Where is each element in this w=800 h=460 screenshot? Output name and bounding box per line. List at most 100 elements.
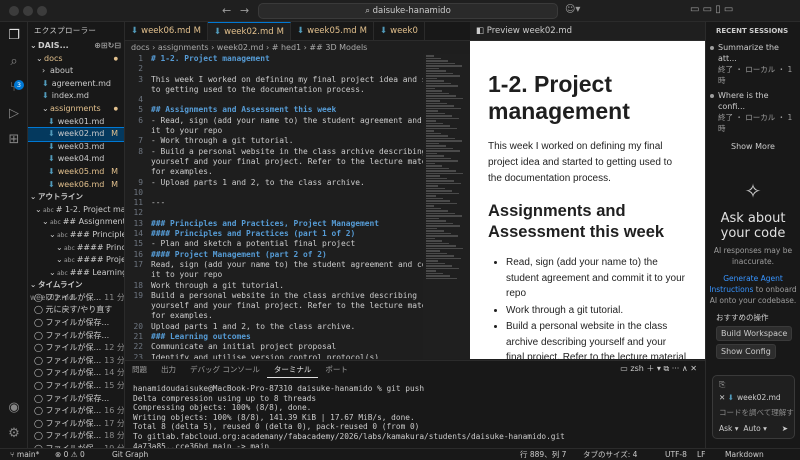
tree-item[interactable]: ⬇ week03.md [28, 141, 124, 154]
show-more-link[interactable]: Show More [706, 142, 800, 151]
language-status[interactable]: Markdown [725, 449, 764, 460]
code-line[interactable]: 17 Read, sign (add your name to) the stud… [125, 260, 423, 270]
code-line[interactable]: 9 - Upload parts 1 and 2, to the class ar… [125, 178, 423, 188]
editor-tab[interactable]: ⬇ week05.md M [291, 22, 374, 40]
code-line[interactable]: 19 Build a personal website in the class … [125, 291, 423, 301]
outline-item[interactable]: ⌄abc # 1-2. Project ma... [28, 204, 124, 217]
editor-tab[interactable]: ⬇ week0 [374, 22, 425, 40]
code-line[interactable]: 10 [125, 188, 423, 198]
code-line[interactable]: 15 - Plan and sketch a potential final pr… [125, 239, 423, 249]
panel-tab[interactable]: ターミナル [266, 361, 319, 378]
context-chip[interactable]: ✕ ⬇ week02.md [719, 393, 794, 402]
code-line[interactable]: 14 #### Principles and Practices (part 1 … [125, 229, 423, 239]
code-line[interactable]: 3 This week I worked on defining my final… [125, 75, 423, 85]
problems-status[interactable]: ⊗ 0 ⚠ 0 [55, 449, 85, 460]
code-line[interactable]: for examples. [125, 311, 423, 321]
layout-icons[interactable]: ▭ ▭ ▯ ▭ [690, 4, 733, 15]
tree-item[interactable]: ⬇ week05.md M [28, 166, 124, 179]
window-close-button[interactable] [9, 6, 19, 16]
code-line[interactable]: for examples. [125, 167, 423, 177]
chat-input[interactable]: コードを調べて理解す [719, 407, 794, 418]
chat-mode-row[interactable]: Ask ▾ Auto ▾ ➤ [719, 424, 794, 433]
panel-tab[interactable]: デバッグ コンソール [183, 361, 267, 378]
tree-item[interactable]: ⬇ week01.md [28, 116, 124, 129]
tree-item[interactable]: ⬇ week06.md M [28, 179, 124, 192]
timeline-item[interactable]: ◯ 元に戻す/やり直す [28, 304, 124, 317]
terminal-controls[interactable]: ▭ zsh ＋ ▾ ⧉ ··· ∧ ✕ [620, 363, 697, 374]
outline-item[interactable]: ⌄abc ## Assignments... [28, 216, 124, 229]
account-icon[interactable]: ◉ [6, 400, 22, 416]
run-debug-icon[interactable]: ▷ [6, 106, 22, 122]
window-zoom-button[interactable] [37, 6, 47, 16]
editor-tab[interactable]: ⬇ week06.md M [125, 22, 208, 40]
code-line[interactable]: 23 Identify and utilise version control p… [125, 353, 423, 359]
code-line[interactable]: 13 ### Principles and Practices, Project … [125, 219, 423, 229]
code-line[interactable]: yourself and your final project. Refer t… [125, 301, 423, 311]
timeline-item[interactable]: ◯ ファイルが保... 18 分 [28, 430, 124, 443]
code-line[interactable]: yourself and your final project. Refer t… [125, 157, 423, 167]
tree-item[interactable]: ⌄assignments ● [28, 103, 124, 116]
breadcrumb[interactable]: docs › assignments › week02.md › # hed1 … [125, 41, 470, 54]
eol-status[interactable]: LF [697, 449, 706, 460]
timeline-item[interactable]: ◯ ファイルが保存... [28, 317, 124, 330]
timeline-item[interactable]: ◯ ファイルが保... 14 分 [28, 367, 124, 380]
code-line[interactable]: 1 # 1-2. Project management [125, 54, 423, 64]
forward-arrow-icon[interactable]: → [240, 4, 249, 17]
tree-item[interactable]: ⌄docs ● [28, 53, 124, 66]
command-center[interactable]: ⌕ daisuke-hanamido [258, 3, 558, 19]
code-line[interactable]: 20 Upload parts 1 and 2, to the class arc… [125, 322, 423, 332]
code-line[interactable]: 16 #### Project Management (part 2 of 2) [125, 250, 423, 260]
timeline-item[interactable]: ◯ ファイルが保... 17 分 [28, 418, 124, 431]
minimap[interactable] [423, 54, 470, 359]
build-workspace-button[interactable]: Build Workspace [716, 326, 793, 341]
code-line[interactable]: to getting used to the documentation pro… [125, 85, 423, 95]
encoding-status[interactable]: UTF-8 [665, 449, 687, 460]
panel-tab[interactable]: 問題 [125, 361, 154, 378]
cursor-position[interactable]: 行 889、列 7 [520, 449, 566, 460]
back-arrow-icon[interactable]: ← [222, 4, 231, 17]
explorer-icon[interactable]: ❐ [6, 28, 22, 44]
attach-icon[interactable]: ⎘ [719, 380, 794, 390]
editor-tab[interactable]: ⬇ week02.md M [208, 22, 291, 40]
timeline-item[interactable]: ◯ ファイルが保... 13 分 [28, 355, 124, 368]
outline-header[interactable]: ⌄ アウトライン [28, 191, 124, 204]
settings-gear-icon[interactable]: ⚙ [6, 426, 22, 442]
code-line[interactable]: 8 - Build a personal website in the class… [125, 147, 423, 157]
preview-tab[interactable]: ◧ Preview week02.md [470, 22, 705, 41]
timeline-item[interactable]: ◯ ファイルが保... 12 分 [28, 342, 124, 355]
code-line[interactable]: 5 ## Assignments and Assessment this week [125, 105, 423, 115]
tree-item[interactable]: ⬇ agreement.md [28, 78, 124, 91]
session-item[interactable]: Where is the confi... 終了 ・ ローカル ・ 1 時 [706, 88, 800, 136]
git-graph-status[interactable]: Git Graph [112, 449, 148, 460]
tree-item[interactable]: ⬇ index.md [28, 90, 124, 103]
code-line[interactable]: 21 ### Learning outcomes [125, 332, 423, 342]
timeline-item[interactable]: ◯ ファイルが保... 11 分 [28, 292, 124, 305]
code-editor[interactable]: 1 # 1-2. Project management 2 3 This week I … [125, 54, 423, 359]
show-config-button[interactable]: Show Config [716, 344, 776, 359]
timeline-item[interactable]: ◯ ファイルが保... 16 分 [28, 405, 124, 418]
search-icon[interactable]: ⌕ [6, 54, 22, 70]
timeline-item[interactable]: ◯ ファイルが保... 15 分 [28, 380, 124, 393]
branch-status[interactable]: ⑂ main* [10, 449, 39, 460]
outline-item[interactable]: ⌄abc #### Principl... [28, 242, 124, 255]
outline-item[interactable]: ⌄abc #### Project ... [28, 254, 124, 267]
code-line[interactable]: it to your repo [125, 270, 423, 280]
tree-item[interactable]: ⬇ week02.md M [28, 127, 124, 142]
panel-tab[interactable]: 出力 [154, 361, 183, 378]
workspace-root[interactable]: ⌄DAIS... ⊕⊞↻⊟ [28, 40, 124, 53]
extensions-icon[interactable]: ⊞ [6, 132, 22, 148]
copilot-icon[interactable]: ☺▾ [565, 4, 580, 15]
code-line[interactable]: 2 [125, 64, 423, 74]
terminal-output[interactable]: hanamidoudaisuke@MacBook-Pro-87310 daisu… [125, 378, 705, 448]
session-item[interactable]: Summarize the att... 終了 ・ ローカル ・ 1 時 [706, 40, 800, 88]
outline-item[interactable]: ⌄abc ### Learning ... [28, 267, 124, 280]
code-line[interactable]: it to your repo [125, 126, 423, 136]
timeline-item[interactable]: ◯ ファイルが保存... [28, 393, 124, 406]
code-line[interactable]: 6 - Read, sign (add your name to) the stu… [125, 116, 423, 126]
window-minimize-button[interactable] [23, 6, 33, 16]
code-line[interactable]: 22 Communicate an initial project proposa… [125, 342, 423, 352]
tab-size-status[interactable]: タブのサイズ: 4 [583, 449, 637, 460]
code-line[interactable]: 11 --- [125, 198, 423, 208]
panel-tab[interactable]: ポート [318, 361, 355, 378]
chat-input-box[interactable]: ⎘ ✕ ⬇ week02.md コードを調べて理解す Ask ▾ Auto ▾ ➤ [712, 375, 795, 439]
